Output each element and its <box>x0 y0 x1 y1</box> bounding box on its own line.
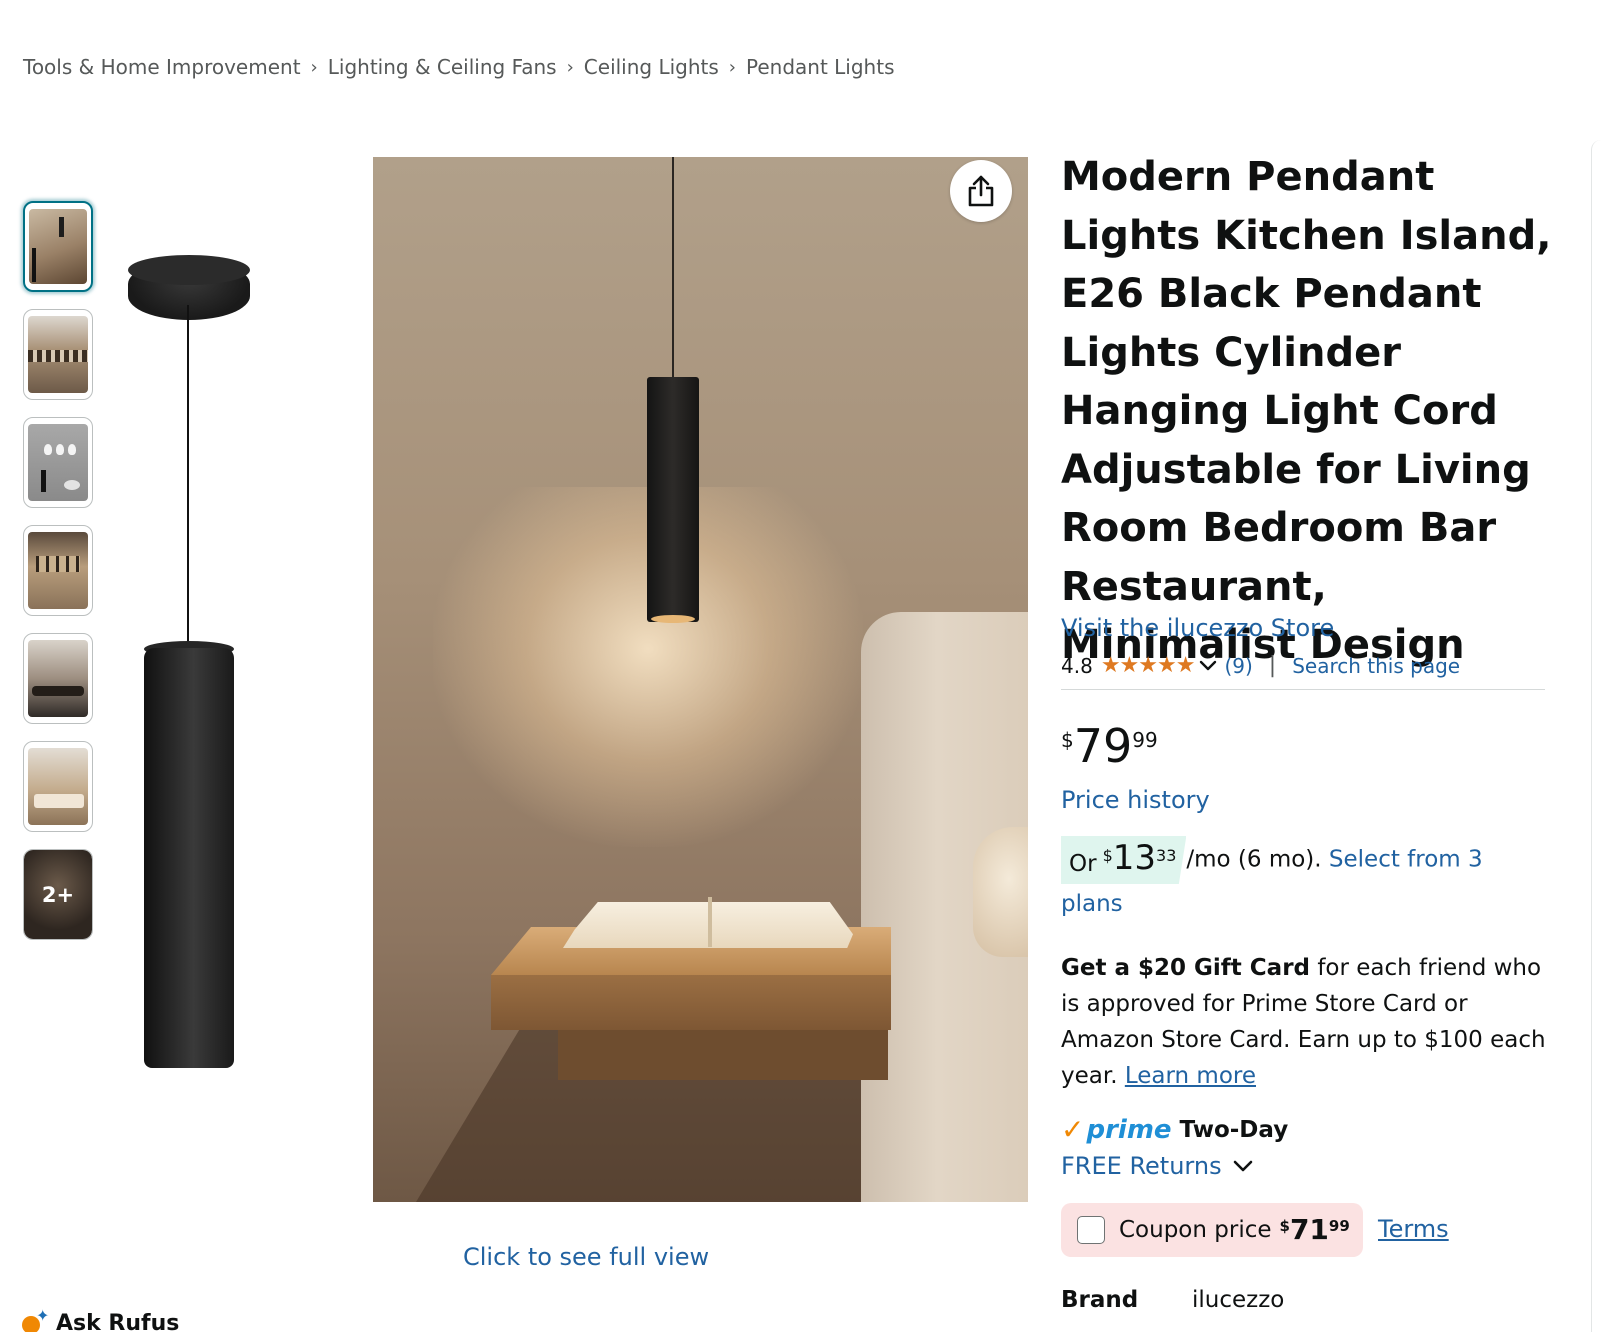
search-this-page-link[interactable]: Search this page <box>1292 654 1460 678</box>
price-symbol: $ <box>1061 728 1074 752</box>
star-rating-icon[interactable]: ★★★★★ <box>1101 653 1196 678</box>
breadcrumb: Tools & Home Improvement › Lighting & Ce… <box>23 55 895 79</box>
full-view-link[interactable]: Click to see full view <box>463 1243 709 1271</box>
monthly-whole: 13 <box>1112 838 1157 878</box>
thumbnail-5[interactable] <box>23 633 93 724</box>
ask-rufus-button[interactable]: ✦ Ask Rufus <box>22 1306 180 1332</box>
prime-check-icon: ✓ <box>1061 1113 1085 1146</box>
rufus-icon: ✦ <box>22 1306 49 1332</box>
coupon-terms-link[interactable]: Terms <box>1378 1215 1449 1243</box>
thumbnail-strip: 2+ <box>23 201 93 957</box>
monthly-or: Or <box>1069 851 1097 877</box>
thumbnail-more[interactable]: 2+ <box>23 849 93 940</box>
breadcrumb-pendant-lights[interactable]: Pendant Lights <box>746 55 895 79</box>
rating-value: 4.8 <box>1061 653 1093 678</box>
share-button[interactable] <box>950 160 1012 222</box>
side-panel-edge <box>1591 140 1612 1332</box>
price-history-link[interactable]: Price history <box>1061 786 1210 814</box>
breadcrumb-tools-home[interactable]: Tools & Home Improvement <box>23 55 301 79</box>
ask-rufus-label: Ask Rufus <box>56 1310 180 1332</box>
divider-pipe: | <box>1268 653 1277 678</box>
breadcrumb-separator: › <box>310 56 318 78</box>
thumbnail-2[interactable] <box>23 309 93 400</box>
thumbnail-3[interactable] <box>23 417 93 508</box>
breadcrumb-lighting-fans[interactable]: Lighting & Ceiling Fans <box>328 55 557 79</box>
chevron-down-icon[interactable] <box>1198 659 1218 673</box>
coupon-whole: 71 <box>1289 1213 1329 1246</box>
thumbnail-image <box>28 748 88 825</box>
rating-row: 4.8 ★★★★★ (9) | Search this page <box>1061 653 1460 678</box>
free-returns-label: FREE Returns <box>1061 1152 1222 1180</box>
product-cutout-image <box>120 255 260 1105</box>
monthly-suffix: /mo (6 mo). <box>1186 846 1322 873</box>
coupon-price: $ 71 99 <box>1280 1215 1350 1245</box>
share-icon <box>968 175 994 207</box>
thumbnail-1[interactable] <box>23 201 93 292</box>
prime-logo: prime <box>1086 1114 1172 1145</box>
breadcrumb-separator: › <box>728 56 736 78</box>
gift-card-promo: Get a $20 Gift Card for each friend who … <box>1061 950 1551 1094</box>
breadcrumb-separator: › <box>566 56 574 78</box>
coupon-label: Coupon price <box>1119 1217 1272 1243</box>
breadcrumb-ceiling-lights[interactable]: Ceiling Lights <box>584 55 719 79</box>
monthly-payment: Or $ 13 33 /mo (6 mo). Select from 3 pla… <box>1061 836 1541 924</box>
prime-badge: ✓ prime Two-Day <box>1061 1113 1288 1146</box>
prime-delivery: Two-Day <box>1179 1116 1289 1143</box>
free-returns-dropdown[interactable]: FREE Returns <box>1061 1152 1260 1180</box>
thumbnail-6[interactable] <box>23 741 93 832</box>
product-title: Modern Pendant Lights Kitchen Island, E2… <box>1061 154 1552 668</box>
coupon-checkbox[interactable] <box>1077 1216 1105 1244</box>
thumbnail-image <box>28 424 88 501</box>
monthly-symbol: $ <box>1102 846 1113 865</box>
thumbnail-image <box>29 209 87 284</box>
more-images-count: 2+ <box>41 882 75 907</box>
rating-count-link[interactable]: (9) <box>1224 654 1252 678</box>
chevron-down-icon <box>1232 1159 1254 1173</box>
monthly-price-badge: Or $ 13 33 <box>1061 836 1187 884</box>
price-whole: 79 <box>1073 719 1133 773</box>
gift-card-headline: Get a $20 Gift Card <box>1061 955 1311 981</box>
price-fraction: 99 <box>1132 728 1158 752</box>
brand-label: Brand <box>1061 1287 1139 1313</box>
main-product-image[interactable] <box>373 157 1028 1202</box>
thumbnail-image <box>28 640 88 717</box>
thumbnail-4[interactable] <box>23 525 93 616</box>
coupon-box[interactable]: Coupon price $ 71 99 <box>1061 1203 1363 1257</box>
product-price: $ 79 99 <box>1061 720 1158 772</box>
store-link[interactable]: Visit the ilucezzo Store <box>1061 614 1334 642</box>
learn-more-link[interactable]: Learn more <box>1125 1063 1256 1089</box>
section-divider <box>1061 689 1545 690</box>
brand-value: ilucezzo <box>1192 1287 1285 1313</box>
coupon-fraction: 99 <box>1328 1217 1350 1235</box>
monthly-fraction: 33 <box>1156 846 1177 865</box>
coupon-symbol: $ <box>1279 1217 1290 1235</box>
